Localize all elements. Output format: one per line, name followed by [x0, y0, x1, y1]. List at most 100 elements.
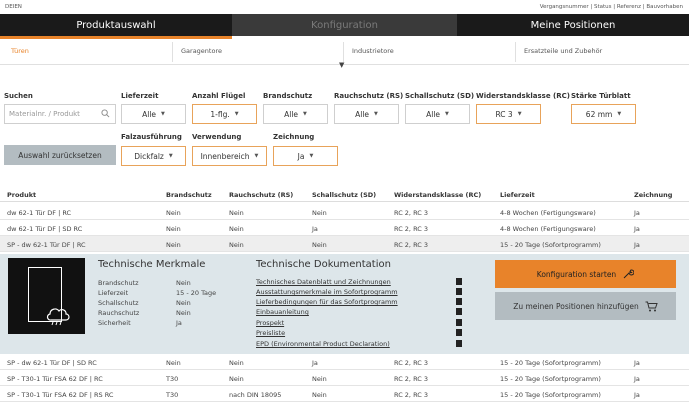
wrench-icon [623, 269, 635, 279]
subnav-garagentore[interactable]: Garagentore [181, 47, 222, 55]
tab-meine-positionen[interactable]: Meine Positionen [457, 14, 689, 36]
chevron-down-icon: ▼ [254, 153, 259, 159]
cell-schallschutz: Nein [312, 391, 327, 399]
table-row[interactable]: SP - T30-1 Tür FSA 62 DF | RS RC T30 nac… [0, 386, 689, 402]
add-to-positions-button[interactable]: Zu meinen Positionen hinzufügen [495, 292, 676, 320]
cell-produkt: dw 62-1 Tür DF | SD RC [7, 225, 83, 233]
start-configuration-label: Konfiguration starten [536, 269, 617, 279]
cell-zeichnung: Ja [634, 225, 640, 233]
filter-label-zeichnung: Zeichnung [273, 133, 315, 141]
cell-zeichnung: Ja [634, 359, 640, 367]
table-row[interactable]: SP - dw 62-1 Tür DF | SD RC Nein Nein Ja… [0, 354, 689, 370]
cell-produkt: dw 62-1 Tür DF | RC [7, 209, 72, 217]
table-row-selected[interactable]: SP - dw 62-1 Tür DF | RC Nein Nein Nein … [0, 236, 689, 252]
col-schallschutz[interactable]: Schallschutz (SD) [312, 191, 376, 199]
document-icon[interactable] [456, 308, 462, 315]
filter-label-rauchschutz: Rauchschutz (RS) [334, 92, 404, 100]
search-input[interactable]: Materialnr. / Produkt [4, 104, 116, 124]
doc-link-epd[interactable]: EPD (Environmental Product Declaration) [256, 340, 390, 348]
filter-fluegel-select[interactable]: 1-flg. ▼ [192, 104, 257, 124]
cell-brandschutz: Nein [166, 241, 181, 249]
cell-rauchschutz: Nein [229, 241, 244, 249]
chevron-down-icon: ▼ [234, 111, 239, 117]
filter-lieferzeit-select[interactable]: Alle ▼ [121, 104, 186, 124]
search-label: Suchen [4, 92, 33, 100]
filter-label-schallschutz: Schallschutz (SD) [405, 92, 475, 100]
sub-nav: Türen Garagentore Industrietore Ersatzte… [0, 39, 689, 65]
weather-cloud-icon [46, 308, 70, 326]
cell-brandschutz: T30 [166, 391, 179, 399]
col-rauchschutz[interactable]: Rauchschutz (RS) [229, 191, 293, 199]
cell-produkt: SP - dw 62-1 Tür DF | RC [7, 241, 86, 249]
col-brandschutz[interactable]: Brandschutz [166, 191, 212, 199]
filter-label-brandschutz: Brandschutz [263, 92, 313, 100]
cell-brandschutz: Nein [166, 209, 181, 217]
cell-brandschutz: Nein [166, 359, 181, 367]
cell-rauchschutz: Nein [229, 209, 244, 217]
filter-falz-select[interactable]: Dickfalz ▼ [121, 146, 186, 166]
filter-staerke-select[interactable]: 62 mm ▼ [571, 104, 636, 124]
chevron-down-icon: ▼ [374, 111, 378, 117]
document-icon[interactable] [456, 278, 462, 285]
cell-brandschutz: Nein [166, 225, 181, 233]
cell-schallschutz: Nein [312, 209, 327, 217]
col-widerstand[interactable]: Widerstandsklasse (RC) [394, 191, 481, 199]
col-produkt[interactable]: Produkt [7, 191, 36, 199]
tab-produktauswahl[interactable]: Produktauswahl [0, 14, 232, 36]
start-configuration-button[interactable]: Konfiguration starten [495, 260, 676, 288]
cell-zeichnung: Ja [634, 391, 640, 399]
reset-selection-button[interactable]: Auswahl zurücksetzen [4, 145, 116, 165]
filter-zeichnung-select[interactable]: Ja ▼ [273, 146, 338, 166]
table-row[interactable]: dw 62-1 Tür DF | SD RC Nein Nein Ja RC 2… [0, 220, 689, 236]
col-lieferzeit[interactable]: Lieferzeit [500, 191, 535, 199]
merkmal-value: 15 - 20 Tage [176, 289, 217, 297]
filter-label-falz: Falzausführung [121, 133, 182, 141]
cell-widerstand: RC 2, RC 3 [394, 209, 428, 217]
doc-link-prospekt[interactable]: Prospekt [256, 319, 284, 327]
table-row[interactable]: dw 62-1 Tür DF | RC Nein Nein Nein RC 2,… [0, 204, 689, 220]
cell-widerstand: RC 2, RC 3 [394, 359, 428, 367]
brand-label: DEIEN [5, 4, 22, 10]
doc-link-einbauanleitung[interactable]: Einbauanleitung [256, 308, 309, 316]
doc-link-datenblatt[interactable]: Technisches Datenblatt und Zeichnungen [256, 278, 391, 286]
cell-brandschutz: T30 [166, 375, 179, 383]
merkmal-value: Nein [176, 309, 191, 317]
add-to-positions-label: Zu meinen Positionen hinzufügen [513, 301, 639, 311]
doc-link-preisliste[interactable]: Preisliste [256, 329, 285, 337]
filter-widerstand-select[interactable]: RC 3 ▼ [476, 104, 541, 124]
filter-rauchschutz-select[interactable]: Alle ▼ [334, 104, 399, 124]
chevron-down-icon: ▼ [309, 153, 314, 159]
merkmal-value: Nein [176, 279, 191, 287]
doc-link-lieferbedingungen[interactable]: Lieferbedingungen für das Sofortprogramm [256, 298, 398, 306]
chevron-down-icon[interactable]: ▼ [339, 61, 344, 69]
subnav-tueren[interactable]: Türen [11, 47, 29, 55]
cell-produkt: SP - T30-1 Tür FSA 62 DF | RC [7, 375, 103, 383]
document-icon[interactable] [456, 340, 462, 347]
filter-brandschutz-select[interactable]: Alle ▼ [263, 104, 328, 124]
filter-value: Alle [142, 109, 157, 119]
top-links[interactable]: Vergangsnummer | Status | Referenz | Bau… [540, 4, 683, 10]
cell-schallschutz: Ja [312, 225, 318, 233]
subnav-ersatzteile[interactable]: Ersatzteile und Zubehör [524, 47, 602, 55]
filter-verwendung-select[interactable]: Innenbereich ▼ [192, 146, 267, 166]
filter-schallschutz-select[interactable]: Alle ▼ [405, 104, 470, 124]
col-zeichnung[interactable]: Zeichnung [634, 191, 672, 199]
document-icon[interactable] [456, 298, 462, 305]
cell-lieferzeit: 4-8 Wochen (Fertigungsware) [500, 225, 596, 233]
document-icon[interactable] [456, 319, 462, 326]
tab-konfiguration[interactable]: Konfiguration [232, 14, 457, 36]
cell-rauchschutz: Nein [229, 375, 244, 383]
doc-link-ausstattung[interactable]: Ausstattungsmerkmale im Sofortprogramm [256, 288, 398, 296]
top-bar: DEIEN Vergangsnummer | Status | Referenz… [0, 0, 689, 14]
doku-title: Technische Dokumentation [256, 259, 391, 270]
document-icon[interactable] [456, 329, 462, 336]
chevron-down-icon: ▼ [445, 111, 449, 117]
subnav-industrietore[interactable]: Industrietore [352, 47, 394, 55]
filter-value: Dickfalz [134, 151, 164, 161]
table-row[interactable]: SP - T30-1 Tür FSA 62 DF | RC T30 Nein N… [0, 370, 689, 386]
document-icon[interactable] [456, 288, 462, 295]
cell-widerstand: RC 2, RC 3 [394, 375, 428, 383]
cell-lieferzeit: 15 - 20 Tage (Sofortprogramm) [500, 391, 601, 399]
filter-label-widerstand: Widerstandsklasse (RC) [476, 92, 570, 100]
cell-lieferzeit: 15 - 20 Tage (Sofortprogramm) [500, 359, 601, 367]
